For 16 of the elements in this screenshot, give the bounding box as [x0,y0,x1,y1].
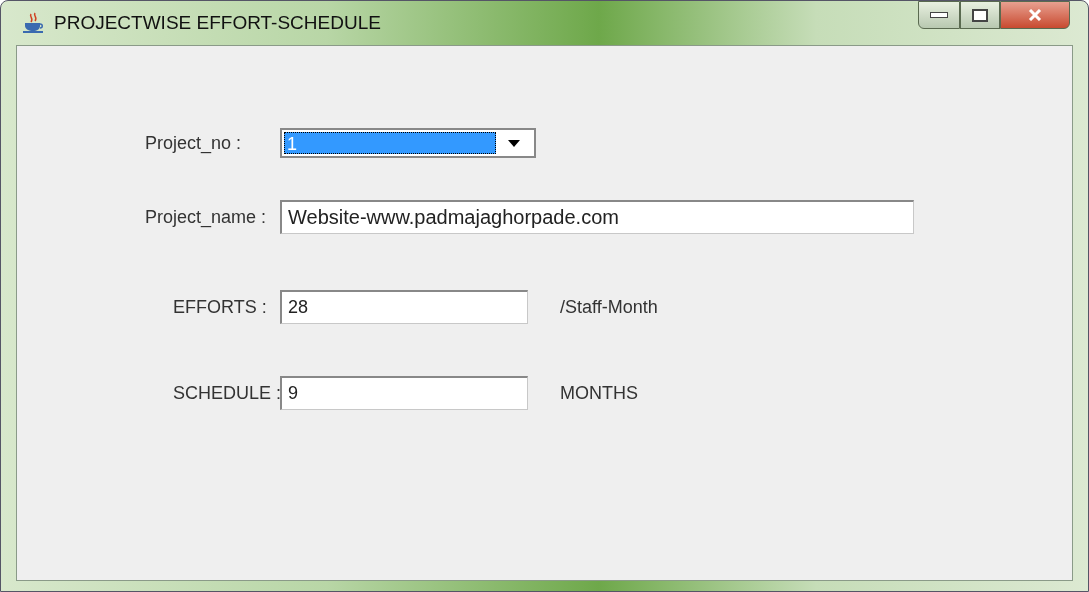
unit-label: /Staff-Month [560,296,658,318]
close-button[interactable] [1000,1,1070,29]
minimize-button[interactable] [918,1,960,29]
input-field[interactable]: 9 [280,376,528,410]
field-label: Project_no : [144,132,243,154]
field-label: Project_name : [144,206,268,228]
unit-label: MONTHS [560,382,638,404]
input-field[interactable]: Website-www.padmajaghorpade.com [280,200,914,234]
input-field[interactable]: 28 [280,290,528,324]
field-label: SCHEDULE : [172,382,280,404]
maximize-button[interactable] [960,1,1000,29]
field-label: EFFORTS : [172,296,268,318]
dropdown-arrow-icon [508,139,520,147]
coffee-cup-icon [22,12,46,34]
window-title: PROJECTWISE EFFORT-SCHEDULE [54,12,381,34]
close-icon [1027,9,1043,21]
